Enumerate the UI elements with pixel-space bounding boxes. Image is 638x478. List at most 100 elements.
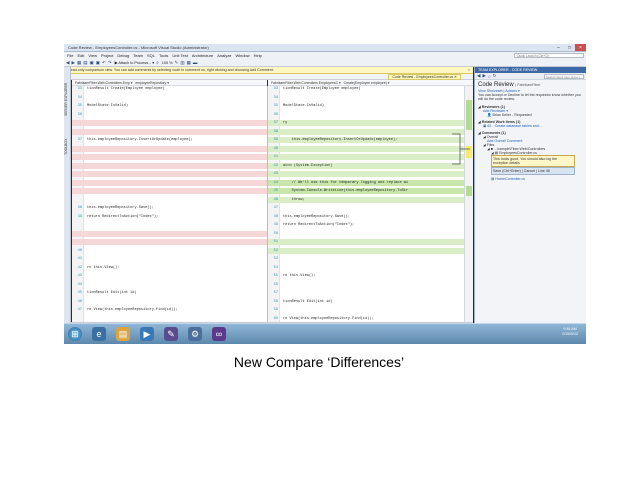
latest-code-pane[interactable]: 33 tionResult Create(Employee employee) 34… <box>268 86 464 322</box>
review-instructions: You can Accept or Decline to let the req… <box>478 93 581 102</box>
code-text: this.employeeRepository.InsertOrUpdate(e… <box>87 138 193 142</box>
back-icon[interactable]: ◀ <box>66 60 69 66</box>
new-project-icon[interactable]: ▦ <box>77 60 81 66</box>
line-number: 50 <box>273 231 278 236</box>
work-item-search-input[interactable]: Search Work Item (Ctrl+') <box>544 73 584 79</box>
file-item-homecontroller[interactable]: ▤ HomeController.cs <box>478 177 583 181</box>
layout-icon[interactable]: ▦ <box>187 60 191 66</box>
line-number: 45 <box>77 291 82 295</box>
open-icon[interactable]: ▤ <box>83 60 87 66</box>
right-member-dropdown[interactable]: Create(Employee employee) ▾ <box>344 81 390 85</box>
infobar-close-icon[interactable]: × <box>468 68 470 72</box>
code-text: tionResult Edit(int id) <box>283 299 333 304</box>
zoom-percent[interactable]: 100 % <box>162 61 173 65</box>
menu-unit-test[interactable]: Unit Test <box>172 53 188 58</box>
code-line: 55 rn this.View(); <box>268 273 464 279</box>
line-number: 33 <box>77 87 82 91</box>
right-class-dropdown[interactable]: FabrikamFiber.Web.Controllers.EmployeesC… <box>271 81 341 85</box>
media-icon[interactable]: ▶ <box>140 327 154 341</box>
menu-team[interactable]: Team <box>133 53 143 58</box>
code-text: rn this.View(); <box>283 274 316 278</box>
server-explorer-tab[interactable]: SERVER EXPLORER <box>64 71 71 127</box>
original-code-pane[interactable]: 33 tionResult Create(Employee employee) 34… <box>72 86 267 322</box>
menu-edit[interactable]: Edit <box>77 53 84 58</box>
code-line: 38 <box>268 128 464 135</box>
quick-launch-input[interactable]: Quick Launch (Ctrl+Q) <box>514 53 584 58</box>
menu-sql[interactable]: SQL <box>147 53 155 58</box>
code-text: this.employeeRepository.Save(); <box>87 206 154 210</box>
home-icon[interactable]: ⌂ <box>488 74 491 79</box>
compare-icon[interactable]: ▥ <box>180 60 184 66</box>
forward-icon[interactable]: ▶ <box>71 60 74 66</box>
overview-added-block <box>466 186 472 196</box>
code-line: 34 <box>72 95 267 101</box>
code-text: tionResult Edit(int id) <box>87 291 137 295</box>
left-member-dropdown[interactable]: employeeRepository ▾ <box>135 81 169 85</box>
code-line: 40 <box>72 248 267 254</box>
menu-architecture[interactable]: Architecture <box>192 53 213 58</box>
taskbar-clock[interactable]: 9:48 AM 2/15/2012 <box>562 327 578 337</box>
bookmark-icon[interactable]: ▬ <box>193 60 198 65</box>
code-line: 43 <box>268 171 464 177</box>
menu-debug[interactable]: Debug <box>117 53 129 58</box>
close-button[interactable]: × <box>575 44 586 51</box>
minimize-button[interactable]: – <box>553 44 564 51</box>
code-text: System.Console.WriteLine(this.employeeRe… <box>283 189 409 193</box>
refresh-icon[interactable]: ↻ <box>493 73 497 79</box>
code-review-title: Code Review <box>478 82 514 88</box>
visual-studio-icon[interactable]: ∞ <box>212 327 226 341</box>
code-line: 44 // We'll use this for temporary loggi… <box>268 179 464 186</box>
slide-caption: New Compare ‘Differences’ <box>233 354 405 370</box>
line-number: 38 <box>77 206 82 210</box>
explorer-icon[interactable]: ▤ <box>116 327 130 341</box>
save-all-icon[interactable]: ▣ <box>96 60 100 66</box>
team-project-name: | FabrikamFiber <box>515 83 541 87</box>
redo-icon[interactable]: ↷ <box>108 60 112 66</box>
comment-actions[interactable]: Save (Ctrl+Enter) | Cancel | Line 45 <box>491 167 575 176</box>
line-number: 38 <box>273 129 278 134</box>
work-item-link[interactable]: ▣ 62 - Create database tables and... <box>478 124 583 128</box>
menu-view[interactable]: View <box>88 53 97 58</box>
tools-icon[interactable]: ✎ <box>164 327 178 341</box>
menu-project[interactable]: Project <box>101 53 113 58</box>
line-number: 35 <box>273 104 278 108</box>
code-text: rn this.View(); <box>87 265 120 270</box>
clock-date: 2/15/2012 <box>562 332 578 336</box>
menu-window[interactable]: Window <box>235 53 249 58</box>
line-number: 58 <box>273 299 278 304</box>
code-text: tionResult Create(Employee employee) <box>283 87 361 91</box>
reviewer-item[interactable]: 👤 Brian Keller - Requested <box>478 113 583 117</box>
visual-studio-screenshot: Code Review - EmployeesController.cs - M… <box>64 44 586 344</box>
back-icon[interactable]: ◀ <box>477 73 480 79</box>
menu-file[interactable]: File <box>67 53 73 58</box>
forward-icon[interactable]: ▶ <box>482 73 485 79</box>
comment-icon[interactable]: ✎ <box>175 60 179 66</box>
left-class-dropdown[interactable]: FabrikamFiber.Web.Controllers.Emp ▾ <box>75 81 132 85</box>
save-icon[interactable]: ▣ <box>89 60 93 66</box>
toolbox-tab[interactable]: TOOLBOX <box>64 133 71 161</box>
ie-icon[interactable]: e <box>92 327 106 341</box>
line-number: 47 <box>273 206 278 210</box>
maximize-button[interactable]: □ <box>564 44 575 51</box>
undo-icon[interactable]: ↶ <box>102 60 106 66</box>
code-line <box>72 154 267 160</box>
line-number: 35 <box>77 104 82 108</box>
code-line <box>72 239 267 245</box>
menu-tools[interactable]: Tools <box>159 53 168 58</box>
menu-analyze[interactable]: Analyze <box>217 53 231 58</box>
comment-textbox[interactable]: This looks good. You should also log the… <box>491 154 575 168</box>
attach-to-process-button[interactable]: ▶ Attach to Process... ▾ <box>115 60 155 65</box>
code-line: 48 this.employeeRepository.Save(); <box>268 214 464 220</box>
find-icon[interactable]: ⌕ <box>156 60 159 65</box>
menu-help[interactable]: Help <box>254 53 262 58</box>
code-line <box>72 230 267 237</box>
start-button-icon[interactable]: ⊞ <box>68 327 82 341</box>
settings-icon[interactable]: ⚙ <box>188 327 202 341</box>
